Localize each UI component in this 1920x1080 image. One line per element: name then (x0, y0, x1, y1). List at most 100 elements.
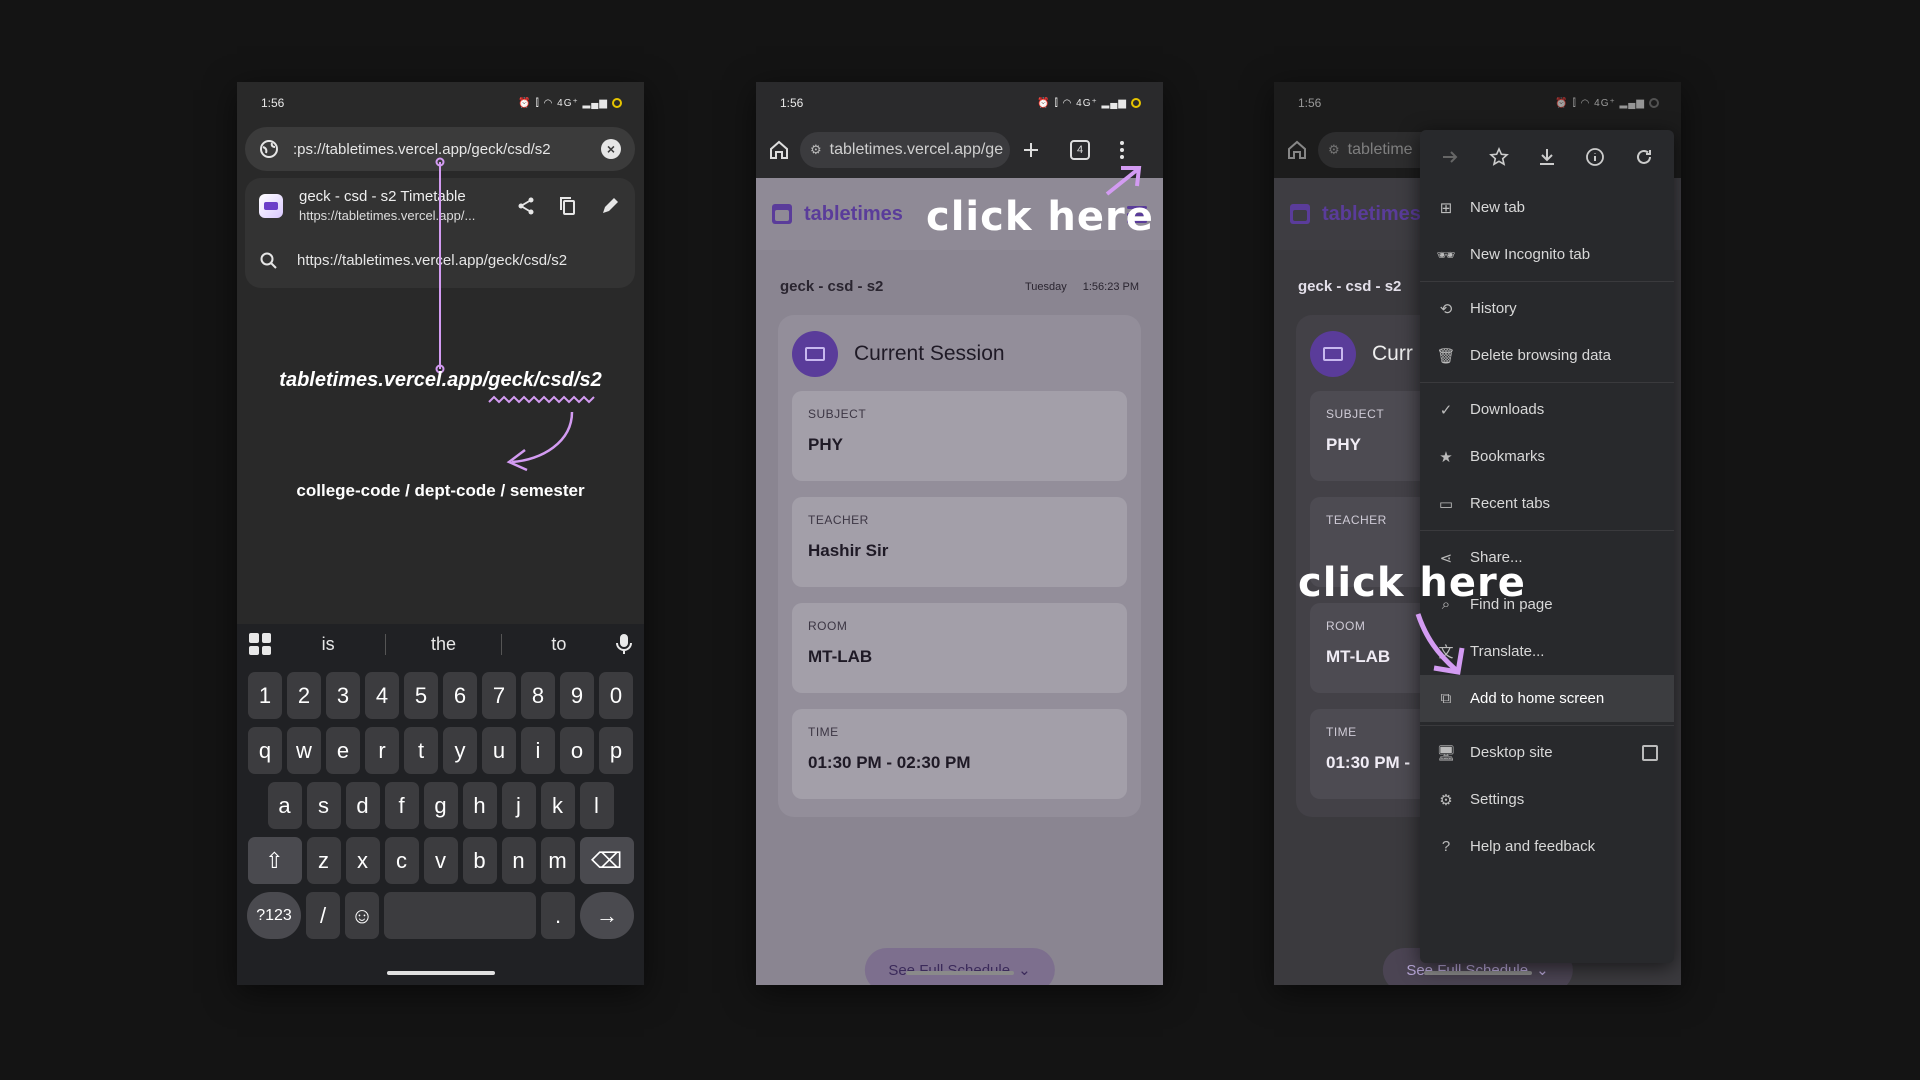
key-0[interactable]: 0 (599, 672, 633, 719)
slash-key[interactable]: / (306, 892, 340, 939)
key-3[interactable]: 3 (326, 672, 360, 719)
keyboard-suggestion[interactable]: to (500, 633, 616, 655)
reload-icon[interactable] (1634, 147, 1654, 167)
key-g[interactable]: g (423, 782, 458, 829)
microphone-icon[interactable] (616, 633, 632, 655)
key-v[interactable]: v (423, 837, 458, 884)
symbols-key[interactable]: ?123 (247, 892, 301, 939)
battery-icon (1649, 98, 1659, 108)
menu-item-new-tab[interactable]: ⊞ New tab (1420, 184, 1674, 231)
key-t[interactable]: t (404, 727, 438, 774)
clock-label: 1:56:23 PM (1082, 280, 1139, 293)
key-s[interactable]: s (306, 782, 341, 829)
key-y[interactable]: y (443, 727, 477, 774)
more-menu-icon[interactable] (1114, 141, 1130, 159)
menu-item-history[interactable]: ⟲ History (1420, 285, 1674, 332)
menu-divider (1420, 382, 1674, 383)
menu-item-label: Settings (1470, 791, 1525, 808)
key-j[interactable]: j (501, 782, 536, 829)
key-f[interactable]: f (384, 782, 419, 829)
annotation-arrow-icon (1415, 613, 1465, 675)
address-bar[interactable]: ⚙ tabletimes.vercel.app/ge (800, 132, 1010, 168)
click-here-annotation: click here (926, 194, 1154, 240)
key-9[interactable]: 9 (560, 672, 594, 719)
home-icon[interactable] (1286, 139, 1308, 161)
button-label: See Full Schedule (888, 961, 1011, 979)
key-l[interactable]: l (579, 782, 614, 829)
key-n[interactable]: n (501, 837, 536, 884)
desktop-site-checkbox[interactable] (1642, 744, 1658, 761)
key-2[interactable]: 2 (287, 672, 321, 719)
menu-item-add-to-home-screen[interactable]: ⧉ Add to home screen (1420, 675, 1674, 722)
new-tab-icon[interactable] (1020, 139, 1042, 161)
annotation-path-label: college-code / dept-code / semester (296, 481, 585, 500)
menu-item-label: Recent tabs (1470, 495, 1551, 512)
apps-grid-icon[interactable] (249, 633, 271, 655)
key-7[interactable]: 7 (482, 672, 516, 719)
session-icon (792, 331, 838, 377)
key-e[interactable]: e (326, 727, 360, 774)
menu-item-settings[interactable]: ⚙ Settings (1420, 776, 1674, 823)
menu-item-desktop-site[interactable]: 🖥 Desktop site (1420, 729, 1674, 776)
status-icons: ⏰ ⫿ ◠ 4G⁺ ▂▄▆ (1555, 97, 1645, 109)
go-arrow-icon[interactable]: → (580, 892, 634, 939)
key-o[interactable]: o (560, 727, 594, 774)
forward-icon[interactable] (1440, 147, 1460, 167)
period-key[interactable]: . (541, 892, 575, 939)
backspace-key[interactable]: ⌫ (579, 837, 634, 884)
status-time: 1:56 (780, 96, 804, 110)
chevron-down-icon: ⌄ (1018, 962, 1031, 979)
brand-name[interactable]: tabletimes (804, 203, 903, 226)
key-d[interactable]: d (345, 782, 380, 829)
key-6[interactable]: 6 (443, 672, 477, 719)
download-check-icon: ✓ (1439, 401, 1453, 419)
key-4[interactable]: 4 (365, 672, 399, 719)
keyboard-suggestion[interactable]: is (271, 634, 385, 655)
site-settings-icon[interactable]: ⚙ (810, 142, 822, 158)
key-8[interactable]: 8 (521, 672, 555, 719)
key-i[interactable]: i (521, 727, 555, 774)
gesture-bar (1423, 971, 1532, 975)
teacher-field: TEACHER Hashir Sir (792, 497, 1127, 587)
menu-item-new-incognito-tab[interactable]: 🕶 New Incognito tab (1420, 231, 1674, 278)
key-b[interactable]: b (462, 837, 497, 884)
key-z[interactable]: z (306, 837, 341, 884)
key-h[interactable]: h (462, 782, 497, 829)
star-icon[interactable] (1488, 147, 1509, 167)
key-w[interactable]: w (287, 727, 321, 774)
keyboard-suggestion-strip: is the to (237, 624, 644, 664)
desktop-icon: 🖥 (1436, 744, 1456, 762)
chevron-down-icon: ⌄ (1536, 962, 1549, 979)
menu-item-help-and-feedback[interactable]: ? Help and feedback (1420, 823, 1674, 870)
keyboard-suggestion[interactable]: the (385, 633, 500, 655)
key-k[interactable]: k (540, 782, 575, 829)
see-full-schedule-button[interactable]: See Full Schedule ⌄ (864, 948, 1055, 985)
key-x[interactable]: x (345, 837, 380, 884)
menu-item-recent-tabs[interactable]: ▭ Recent tabs (1420, 480, 1674, 527)
key-q[interactable]: q (248, 727, 282, 774)
menu-item-downloads[interactable]: ✓ Downloads (1420, 386, 1674, 433)
space-key[interactable] (384, 892, 536, 939)
key-5[interactable]: 5 (404, 672, 438, 719)
key-1[interactable]: 1 (248, 672, 282, 719)
group-label: geck - csd - s2 (1298, 278, 1402, 295)
address-text: tabletime (1347, 141, 1413, 158)
menu-item-delete-browsing-data[interactable]: 🗑 Delete browsing data (1420, 332, 1674, 379)
field-label: SUBJECT (808, 407, 867, 421)
key-r[interactable]: r (365, 727, 399, 774)
tab-switcher-button[interactable]: 4 (1070, 140, 1090, 160)
shift-key[interactable]: ⇧ (247, 837, 302, 884)
key-m[interactable]: m (540, 837, 575, 884)
emoji-key[interactable]: ☺ (345, 892, 379, 939)
key-c[interactable]: c (384, 837, 419, 884)
site-settings-icon[interactable]: ⚙ (1328, 142, 1340, 158)
info-icon[interactable] (1585, 147, 1605, 167)
card-title: Curr (1372, 342, 1413, 365)
menu-item-bookmarks[interactable]: ★ Bookmarks (1420, 433, 1674, 480)
key-p[interactable]: p (599, 727, 633, 774)
address-text: tabletimes.vercel.app/ge (829, 141, 1004, 158)
home-icon[interactable] (768, 139, 790, 161)
key-a[interactable]: a (267, 782, 302, 829)
download-icon[interactable] (1537, 147, 1557, 167)
key-u[interactable]: u (482, 727, 516, 774)
